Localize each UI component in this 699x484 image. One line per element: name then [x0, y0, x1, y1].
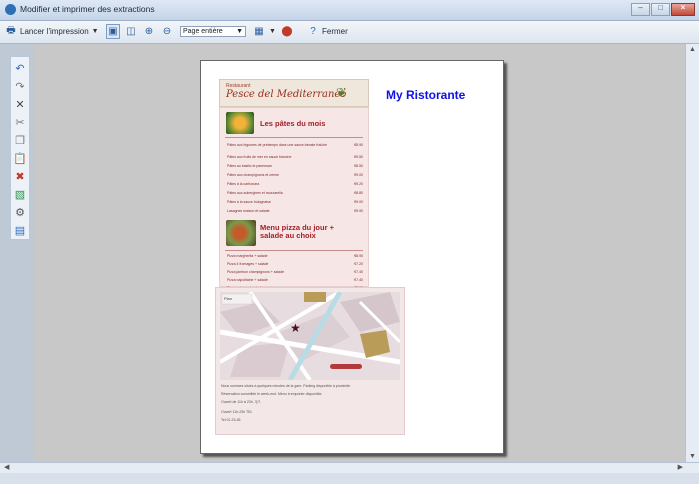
scroll-right-icon[interactable]: ▶: [678, 463, 683, 471]
olive-branch-icon: ❦: [336, 85, 347, 100]
image-icon[interactable]: ▧: [11, 187, 29, 201]
text-icon[interactable]: ▤: [11, 223, 29, 237]
menu-row: Pâtes aux légumes de printemps dans une …: [227, 143, 363, 147]
menu-row: Pâtes aux aubergines et mozzarella €8.80: [227, 191, 363, 195]
chevron-down-icon: ▼: [236, 28, 243, 35]
section-title: Menu pizza du jour + salade au choix: [260, 223, 334, 240]
maximize-button[interactable]: □: [651, 3, 670, 16]
zoom-value: Page entière: [183, 28, 223, 35]
paste-icon[interactable]: 📋: [11, 151, 29, 165]
menu-row: Pâtes aux champignons et crème €9.00: [227, 173, 363, 177]
divider: [225, 250, 363, 251]
app-icon: [5, 4, 16, 15]
menu-row: Pâtes à la carbonara €9.20: [227, 182, 363, 186]
map-info-line: Tel 01-23-45: [221, 418, 241, 422]
map-image: ★ Plan: [220, 292, 400, 380]
printer-icon: 🖶: [6, 25, 16, 36]
map-info-line: Ouvert 11h-23h TEL: [221, 410, 253, 414]
map-info-line: Ouvert de 11h à 23h, 7j/7.: [221, 400, 262, 404]
vertical-scrollbar[interactable]: ▲ ▼: [685, 44, 699, 462]
zoom-out-icon[interactable]: ⊖: [160, 24, 174, 39]
minimize-button[interactable]: –: [631, 3, 650, 16]
print-dropdown-icon[interactable]: ▼: [92, 28, 99, 35]
print-page[interactable]: Restaurant Pesce del Mediterraneo ❦ My R…: [200, 60, 504, 454]
two-page-view-button[interactable]: ◫: [124, 24, 138, 39]
web-print-icon[interactable]: ⬤: [280, 24, 294, 39]
maximize-icon: □: [658, 3, 663, 12]
help-icon[interactable]: ?: [306, 24, 320, 39]
map-info-line: Réservation conseillée le week-end. Menu…: [221, 392, 323, 396]
cut-icon[interactable]: ✂: [11, 115, 29, 129]
banner-name: Pesce del Mediterraneo: [226, 89, 347, 100]
toolbar: 🖶 Lancer l'impression ▼ ▣ ◫ ⊕ ⊖ Page ent…: [0, 21, 699, 44]
scroll-up-icon[interactable]: ▲: [689, 46, 696, 53]
undo-icon[interactable]: ↶: [11, 61, 29, 75]
layout-dropdown-icon[interactable]: ▼: [269, 28, 276, 35]
close-icon: ×: [680, 3, 686, 12]
remove-clip-icon[interactable]: ✖: [11, 169, 29, 183]
menu-row: Pâtes aux fruits de mer en sauce blanche…: [227, 155, 363, 159]
copy-icon[interactable]: ❐: [11, 133, 29, 147]
print-button[interactable]: 🖶 Lancer l'impression ▼: [4, 24, 99, 39]
layout-icon[interactable]: ▦: [252, 24, 266, 39]
brand-title: My Ristorante: [386, 88, 466, 102]
map-info-line: Nous sommes situés à quelques minutes de…: [221, 384, 351, 388]
scroll-down-icon[interactable]: ▼: [689, 453, 696, 460]
pasta-image: [226, 112, 254, 134]
page-view-button[interactable]: ▣: [106, 24, 120, 39]
title-bar: Modifier et imprimer des extractions – □…: [0, 0, 699, 21]
menu-row: Pâtes à la sauce bolognaise €9.00: [227, 200, 363, 204]
scroll-left-icon[interactable]: ◀: [4, 463, 9, 471]
horizontal-scrollbar[interactable]: ◀ ▶: [0, 462, 699, 473]
divider: [225, 137, 363, 138]
minimize-icon: –: [638, 3, 643, 12]
menu-row: Pizza margherita + salade €8.90: [227, 254, 363, 258]
pizza-image: [226, 220, 256, 246]
menu-row: Pizza 4 fromages + salade €7.20: [227, 262, 363, 266]
restaurant-banner: Restaurant Pesce del Mediterraneo ❦: [219, 79, 369, 107]
menu-row: Pizza napolitaine + salade €7.40: [227, 278, 363, 282]
menu-row: Pizza jambon champignons + salade €7.40: [227, 270, 363, 274]
close-button[interactable]: Fermer: [322, 27, 348, 36]
window-controls: – □ ×: [631, 3, 695, 16]
section-title: Les pâtes du mois: [260, 119, 326, 128]
settings-icon[interactable]: ⚙: [11, 205, 29, 219]
menu-row: Pâtes au basilic et parmesan €8.50: [227, 164, 363, 168]
redo-icon[interactable]: ↷: [11, 79, 29, 93]
print-label: Lancer l'impression: [20, 27, 89, 36]
edit-tools-bar: ↶ ↷ ✕ ✂ ❐ 📋 ✖ ▧ ⚙ ▤: [10, 56, 30, 240]
window-title: Modifier et imprimer des extractions: [20, 4, 155, 14]
menu-row: Lasagnes maison et salade €9.90: [227, 209, 363, 213]
map-label: Plan: [224, 296, 232, 301]
zoom-in-icon[interactable]: ⊕: [142, 24, 156, 39]
map-card[interactable]: ★ Plan Nous sommes situés à quelques min…: [215, 287, 405, 435]
menu-card[interactable]: Les pâtes du mois Pâtes aux légumes de p…: [219, 107, 369, 290]
status-bar: [0, 473, 699, 484]
close-window-button[interactable]: ×: [671, 3, 695, 16]
delete-icon[interactable]: ✕: [11, 97, 29, 111]
svg-text:★: ★: [290, 321, 301, 335]
zoom-select[interactable]: Page entière ▼: [180, 26, 246, 37]
